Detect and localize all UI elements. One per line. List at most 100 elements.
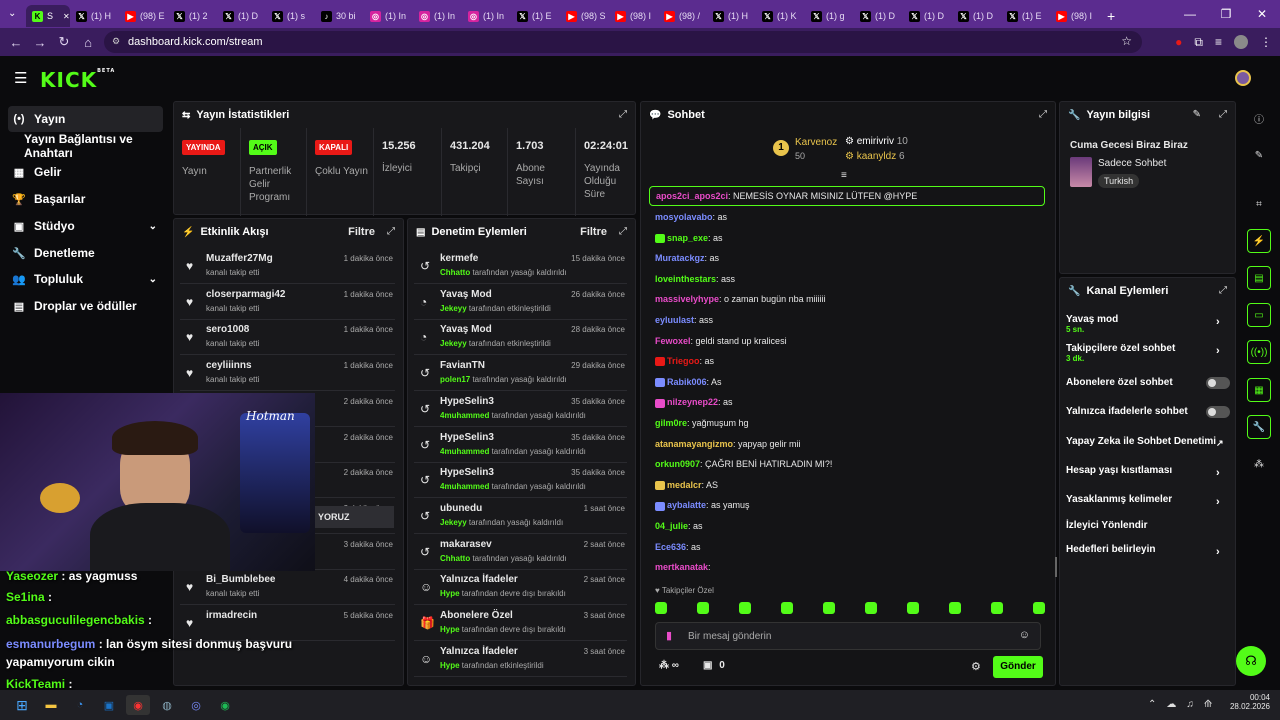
extension-icon[interactable]: ● (1175, 35, 1182, 49)
tab-close-icon[interactable]: ✕ (63, 12, 70, 21)
reading-list-icon[interactable]: ≡ (1215, 35, 1222, 49)
tab-search-icon[interactable]: ⌄ (8, 8, 16, 19)
chat-message[interactable]: gilm0re: yağmuşum hg (655, 418, 749, 428)
top2-row[interactable]: ⚙ emirivriv 10 (845, 136, 908, 147)
chat-username[interactable]: Muratackgz (655, 253, 705, 263)
browser-tab[interactable]: 𝕏 (1) D (903, 5, 952, 27)
menu-icon[interactable]: ⋮ (1260, 35, 1272, 49)
edit-icon[interactable]: ✎ (1193, 109, 1201, 120)
minimize-icon[interactable]: — (1172, 7, 1208, 21)
close-icon[interactable]: ✕ (1244, 7, 1280, 21)
emote-icon[interactable] (1033, 602, 1045, 614)
browser-tab[interactable]: 𝕏 (1) E (1001, 5, 1050, 27)
browser-tab[interactable]: ▶ (98) I (609, 5, 658, 27)
expand-icon[interactable]: ⤢ (387, 226, 395, 237)
kick-logo[interactable]: KICKBETA (40, 68, 115, 92)
site-info-icon[interactable]: ⚙ (112, 36, 120, 47)
channel-action[interactable]: Yapay Zeka ile Sohbet Denetimi ↗ (1066, 436, 1236, 449)
chat-username[interactable]: nilzeynep22 (667, 397, 718, 407)
chat-username[interactable]: Triegoo (667, 356, 700, 366)
moderation-row[interactable]: ☺ Yalnızca İfadeler Hype tarafından devre … (414, 570, 627, 606)
moderation-row[interactable]: ☺ Yalnızca İfadeler Hype tarafından etkinl… (414, 642, 627, 677)
pen-icon[interactable]: ✎ (1247, 143, 1271, 167)
forward-icon[interactable]: → (28, 35, 52, 50)
list-icon[interactable]: ▤ (1247, 266, 1271, 290)
extensions-icon[interactable]: ⧉ (1194, 35, 1203, 50)
chat-message[interactable]: nilzeynep22: as (655, 397, 733, 408)
sidebar-item-1[interactable]: Yayın Bağlantısı ve Anahtarı (8, 132, 163, 160)
back-icon[interactable]: ← (4, 35, 28, 50)
chat-username[interactable]: medalcr (667, 480, 702, 490)
chat-message[interactable]: Rabik006: As (655, 377, 722, 387)
browser-tab[interactable]: ▶ (98) E (119, 5, 168, 27)
discord-icon[interactable]: ◎ (184, 695, 208, 715)
browser-tab[interactable]: ▶ (98) / (658, 5, 707, 27)
chat-username[interactable]: Fewoxel (655, 336, 691, 346)
chat-username[interactable]: 04_julie (655, 521, 688, 531)
moderation-filter-button[interactable]: Filtre (580, 226, 607, 238)
clock[interactable]: 00:04 28.02.2026 (1226, 693, 1270, 711)
activity-row[interactable]: ♥ Bi_Bumblebee kanalı takip etti 4 dakika ö… (180, 570, 395, 606)
send-button[interactable]: Gönder (993, 656, 1043, 678)
layout-icon[interactable]: ▦ (1247, 378, 1271, 402)
expand-icon[interactable]: ⤢ (1219, 285, 1227, 296)
chevron-right-icon[interactable]: › (1216, 496, 1220, 508)
sidebar-item-5[interactable]: 🔧 Denetleme (8, 240, 163, 266)
browser-tab[interactable]: 𝕏 (1) D (952, 5, 1001, 27)
nodes-icon[interactable]: ⁂ (1247, 452, 1271, 476)
emote-icon[interactable] (823, 602, 835, 614)
expand-icon[interactable]: ⤢ (619, 226, 627, 237)
sidebar-item-7[interactable]: ▤ Droplar ve ödüller (8, 293, 163, 319)
chevron-right-icon[interactable]: › (1216, 316, 1220, 328)
chat-message[interactable]: massivelyhype: o zaman bugün nba miiiiii (655, 294, 826, 304)
focus-icon[interactable]: ⌗ (1247, 192, 1271, 216)
moderation-row[interactable]: 🎁 Abonelere Özel Hype tarafından devre dış… (414, 606, 627, 641)
activity-filter-button[interactable]: Filtre (348, 226, 375, 238)
tray-icons[interactable]: ⌃☁♫⟰ (1148, 699, 1222, 710)
chat-message[interactable]: orkun0907: ÇAĞRI BENİ HATIRLADIN MI?! (655, 459, 832, 469)
channel-action[interactable]: Hedefleri belirleyin › (1066, 544, 1236, 558)
browser-tab[interactable]: ♪ 30 bi (315, 5, 364, 27)
category-name[interactable]: Sadece Sohbet (1098, 158, 1166, 169)
gift-counter[interactable]: ▣ 0 (703, 660, 725, 671)
steam-icon[interactable]: ◍ (155, 695, 179, 715)
moderation-row[interactable]: ↺ HypeSelin3 4muhammed tarafından yasağı k… (414, 428, 627, 463)
browser-tab[interactable]: ◎ (1) In (462, 5, 511, 27)
emote-icon[interactable] (739, 602, 751, 614)
browser-tab[interactable]: K S ✕ (26, 5, 70, 27)
expand-icon[interactable]: ⤢ (1219, 109, 1227, 120)
chat-username[interactable]: loveinthestars (655, 274, 716, 284)
file-explorer-icon[interactable]: ▬ (39, 695, 63, 715)
browser-tab[interactable]: 𝕏 (1) 2 (168, 5, 217, 27)
emoji-icon[interactable]: ☺ (1019, 629, 1030, 641)
chat-username[interactable]: aybalatte (667, 500, 706, 510)
hamburger-icon[interactable]: ☰ (14, 69, 27, 87)
chat-username[interactable]: Rabik006 (667, 377, 707, 387)
emote-icon[interactable] (781, 602, 793, 614)
chat-username[interactable]: massivelyhype (655, 294, 719, 304)
emote-icon[interactable] (865, 602, 877, 614)
sidebar-item-3[interactable]: 🏆 Başarılar (8, 186, 163, 212)
external-link-icon[interactable]: ↗ (1216, 438, 1224, 449)
pinned-message[interactable]: apos2ci_apos2ci: NEMESİS OYNAR MISINIZ L… (649, 186, 1045, 206)
new-tab-button[interactable]: + (1107, 8, 1115, 24)
reload-icon[interactable]: ↻ (52, 34, 76, 50)
moderation-row[interactable]: ◔ Yavaş Mod Jekeyy tarafından etkinleştiri… (414, 320, 627, 356)
emote-icon[interactable] (949, 602, 961, 614)
chat-message[interactable]: mertkanatak: (655, 562, 711, 572)
chat-username[interactable]: snap_exe (667, 233, 708, 243)
activity-row[interactable]: ♥ Muzaffer27Mg kanalı takip etti 1 dakika ö… (180, 249, 395, 284)
chevron-right-icon[interactable]: › (1216, 546, 1220, 558)
outlook-icon[interactable]: ▣ (97, 695, 121, 715)
browser-tab[interactable]: ▶ (98) S (560, 5, 609, 27)
browser-tab[interactable]: 𝕏 (1) H (707, 5, 756, 27)
chat-message[interactable]: Triegoo: as (655, 356, 714, 367)
chat-message[interactable]: Fewoxel: geldi stand up kralicesi (655, 336, 787, 346)
chat-username[interactable]: mosyolavabo (655, 212, 713, 222)
bookmark-star-icon[interactable]: ☆ (1121, 34, 1132, 48)
chevron-right-icon[interactable]: › (1216, 467, 1220, 479)
browser-tab[interactable]: ◎ (1) In (413, 5, 462, 27)
chat-username[interactable]: Ece636 (655, 542, 686, 552)
chat-icon[interactable]: ▭ (1247, 303, 1271, 327)
chevron-right-icon[interactable]: › (1216, 345, 1220, 357)
